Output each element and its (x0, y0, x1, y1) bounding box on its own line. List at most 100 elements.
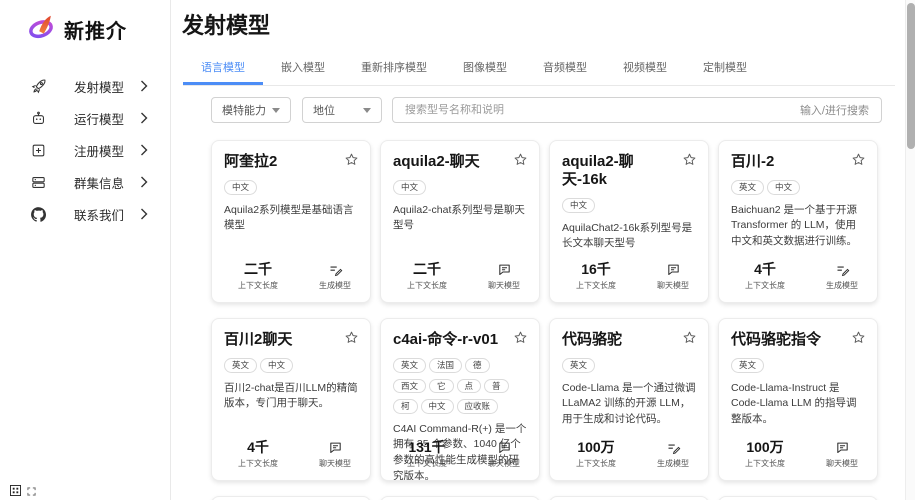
card-tags: 中文 (393, 178, 527, 199)
star-icon[interactable] (682, 330, 697, 345)
model-card-partial[interactable] (718, 496, 878, 500)
star-icon[interactable] (851, 152, 866, 167)
star-icon[interactable] (344, 330, 359, 345)
context-length-value: 131千 (407, 440, 447, 455)
context-length-value: 二千 (407, 262, 447, 277)
model-card-title: 阿奎拉2 (224, 153, 358, 171)
model-card[interactable]: 百川-2 英文中文 Baichuan2 是一个基于开源 Transformer … (718, 140, 878, 303)
model-ability-select[interactable]: 模特能力 (211, 97, 291, 123)
search-input[interactable] (405, 104, 800, 116)
language-tag: 西文 (393, 379, 426, 394)
logo[interactable]: 新推介 (27, 13, 127, 46)
model-card-title: 代码骆驼指令 (731, 331, 865, 349)
sidebar-item-register-model[interactable]: 注册模型 (0, 134, 170, 166)
robot-icon (30, 110, 47, 127)
model-card[interactable]: 百川2聊天 英文中文 百川2-chat是百川LLM的精简版本，专门用于聊天。 4… (211, 318, 371, 481)
scrollbar-thumb[interactable] (907, 3, 915, 149)
context-length-label: 上下文长度 (745, 458, 785, 469)
star-icon[interactable] (344, 152, 359, 167)
sidebar-item-label: 运行模型 (74, 109, 140, 128)
card-footer: 4千 上下文长度 生成模型 (731, 262, 865, 291)
model-card[interactable]: aquila2-聊天 中文 Aquila2-chat系列型号是聊天型号 二千 上… (380, 140, 540, 303)
model-card-title: aquila2-聊天-16k (562, 153, 696, 189)
card-footer: 100万 上下文长度 生成模型 (562, 440, 696, 469)
model-card[interactable]: 阿奎拉2 中文 Aquila2系列模型是基础语言模型 二千 上下文长度 生成模型 (211, 140, 371, 303)
context-length-value: 4千 (238, 440, 278, 455)
model-card[interactable]: 代码骆驼 英文 Code-Llama 是一个通过微调 LLaMA2 训练的开源 … (549, 318, 709, 481)
star-icon[interactable] (851, 330, 866, 345)
context-length-label: 上下文长度 (745, 280, 785, 291)
language-tag: 中文 (393, 180, 426, 195)
sidebar-item-label: 联系我们 (74, 205, 140, 224)
model-type-label: 生成模型 (657, 458, 689, 469)
card-tags: 英文 (731, 356, 865, 377)
sidebar-item-running-models[interactable]: 运行模型 (0, 102, 170, 134)
star-icon[interactable] (513, 330, 528, 345)
tab-embedding-models[interactable]: 嵌入模型 (263, 50, 343, 85)
context-length-value: 二千 (238, 262, 278, 277)
tab-rerank-models[interactable]: 重新排序模型 (343, 50, 445, 85)
card-tags: 英文法国德西文它点普柯中文应收账 (393, 356, 527, 418)
model-card-title: 百川-2 (731, 153, 865, 171)
chat-bubble-icon (319, 440, 351, 455)
model-card-partial[interactable] (380, 496, 540, 500)
model-ability-select-label: 模特能力 (222, 102, 266, 118)
model-type-metric: 聊天模型 (657, 262, 689, 291)
tab-language-models[interactable]: 语言模型 (183, 50, 263, 85)
card-tags: 中文 (224, 178, 358, 199)
language-tag: 中文 (767, 180, 800, 195)
card-footer: 100万 上下文长度 聊天模型 (731, 440, 865, 469)
tab-video-models[interactable]: 视频模型 (605, 50, 685, 85)
language-tag: 英文 (393, 358, 426, 373)
language-tag: 中文 (224, 180, 257, 195)
context-length-value: 4千 (745, 262, 785, 277)
star-icon[interactable] (513, 152, 528, 167)
logo-swoosh-icon (27, 13, 55, 46)
star-icon[interactable] (682, 152, 697, 167)
context-length-metric: 100万 上下文长度 (576, 440, 616, 469)
model-type-metric: 聊天模型 (488, 262, 520, 291)
scrollbar[interactable] (905, 0, 915, 500)
tab-custom-models[interactable]: 定制模型 (685, 50, 765, 85)
status-select[interactable]: 地位 (302, 97, 382, 123)
corner-widgets (10, 485, 36, 496)
sidebar-item-contact-us[interactable]: 联系我们 (0, 198, 170, 230)
context-length-label: 上下文长度 (407, 458, 447, 469)
model-card-description: Aquila2系列模型是基础语言模型 (224, 203, 358, 235)
tab-audio-models[interactable]: 音频模型 (525, 50, 605, 85)
card-footer: 二千 上下文长度 生成模型 (224, 262, 358, 291)
card-tags: 英文中文 (224, 356, 358, 377)
context-length-metric: 100万 上下文长度 (745, 440, 785, 469)
model-type-label: 聊天模型 (826, 458, 858, 469)
context-length-label: 上下文长度 (407, 280, 447, 291)
card-tags: 中文 (562, 196, 696, 217)
chat-bubble-icon (826, 440, 858, 455)
sidebar: 新推介 发射模型 (0, 0, 171, 500)
context-length-metric: 二千 上下文长度 (407, 262, 447, 291)
model-card-description: Baichuan2 是一个基于开源 Transformer 的 LLM，使用中文… (731, 203, 865, 250)
model-type-metric: 聊天模型 (826, 440, 858, 469)
model-card-partial[interactable] (211, 496, 371, 500)
model-card-description: Code-Llama-Instruct 是 Code-Llama LLM 的指导… (731, 381, 865, 428)
model-card-partial[interactable] (549, 496, 709, 500)
sidebar-item-label: 发射模型 (74, 77, 140, 96)
qr-grid-icon[interactable] (10, 485, 21, 496)
tab-image-models[interactable]: 图像模型 (445, 50, 525, 85)
model-card[interactable]: c4ai-命令-r-v01 英文法国德西文它点普柯中文应收账 C4AI Comm… (380, 318, 540, 481)
sidebar-item-launch-model[interactable]: 发射模型 (0, 70, 170, 102)
model-card[interactable]: 代码骆驼指令 英文 Code-Llama-Instruct 是 Code-Lla… (718, 318, 878, 481)
context-length-metric: 二千 上下文长度 (238, 262, 278, 291)
model-type-label: 聊天模型 (319, 458, 351, 469)
model-card[interactable]: aquila2-聊天-16k 中文 AquilaChat2-16k系列型号是长文… (549, 140, 709, 303)
fullscreen-icon[interactable] (27, 487, 36, 496)
context-length-label: 上下文长度 (238, 458, 278, 469)
language-tag: 法国 (429, 358, 462, 373)
status-select-label: 地位 (313, 102, 335, 118)
generate-model-icon (319, 262, 351, 277)
card-footer: 16千 上下文长度 聊天模型 (562, 262, 696, 291)
app-window: 新推介 发射模型 (0, 0, 915, 500)
context-length-metric: 131千 上下文长度 (407, 440, 447, 469)
page-title: 发射模型 (182, 8, 270, 40)
sidebar-item-cluster-info[interactable]: 群集信息 (0, 166, 170, 198)
language-tag: 英文 (224, 358, 257, 373)
